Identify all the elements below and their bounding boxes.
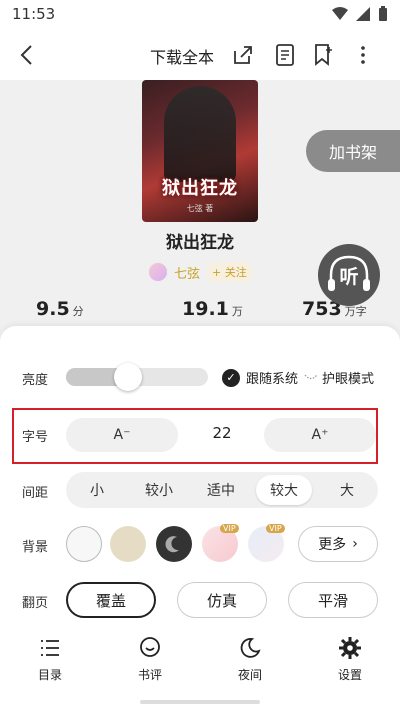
comment-icon: [140, 637, 160, 657]
vip-badge: VIP: [266, 524, 285, 533]
font-size-label: 字号: [22, 430, 49, 445]
nav-catalog-label: 目录: [37, 668, 62, 682]
battery-icon: [379, 6, 387, 21]
more-label: 更多: [318, 537, 347, 553]
nav-night-mode[interactable]: 夜间: [220, 636, 280, 683]
page-turn-smooth[interactable]: 平滑: [288, 582, 378, 618]
headphones-icon: [328, 255, 370, 291]
bg-swatch-white[interactable]: [66, 526, 102, 562]
nav-reviews[interactable]: 书评: [120, 636, 180, 683]
eye-protection-toggle[interactable]: 护眼模式: [304, 368, 374, 387]
listen-button[interactable]: 听: [318, 244, 380, 306]
share-icon[interactable]: [230, 42, 256, 68]
more-backgrounds-button[interactable]: 更多 ›: [298, 526, 378, 562]
font-increase-button[interactable]: A⁺: [264, 418, 376, 452]
chevron-right-icon: ›: [352, 536, 358, 552]
brightness-label: 亮度: [22, 373, 49, 388]
page-turn-cover[interactable]: 覆盖: [66, 582, 156, 618]
spacing-option-large[interactable]: 大: [316, 472, 378, 508]
spacing-option-larger[interactable]: 较大: [252, 472, 316, 508]
download-all-button[interactable]: 下载全本: [150, 44, 214, 68]
follow-system-toggle[interactable]: ✓ 跟随系统: [222, 368, 298, 387]
back-icon[interactable]: [14, 42, 40, 68]
home-indicator: [140, 700, 260, 704]
font-decrease-button[interactable]: A⁻: [66, 418, 178, 452]
page-turn-simulate[interactable]: 仿真: [177, 582, 267, 618]
gear-icon: [339, 637, 361, 659]
list-icon: [41, 640, 59, 656]
background-label: 背景: [22, 540, 49, 555]
more-vertical-icon[interactable]: [350, 42, 376, 68]
eye-mode-label: 护眼模式: [322, 372, 375, 387]
stat-rating: 9.5 分: [36, 298, 84, 320]
follow-system-label: 跟随系统: [246, 372, 299, 387]
author-row: 七弦 + 关注: [148, 262, 253, 282]
vip-badge: VIP: [220, 524, 239, 533]
book-detail-icon[interactable]: [272, 42, 298, 68]
nav-reviews-label: 书评: [137, 668, 162, 682]
spacing-label: 间距: [22, 486, 49, 501]
eye-closed-icon: [304, 374, 318, 379]
page-turn-label: 翻页: [22, 596, 49, 611]
spacing-option-small[interactable]: 小: [66, 472, 128, 508]
moon-icon: [240, 638, 261, 658]
top-nav: 下载全本: [0, 30, 400, 80]
book-cover[interactable]: 狱出狂龙 七弦 著: [142, 80, 258, 222]
spacing-option-medium[interactable]: 适中: [190, 472, 252, 508]
nav-settings-label: 设置: [337, 668, 362, 682]
bg-swatch-beige[interactable]: [110, 526, 146, 562]
cover-figure: [164, 86, 236, 182]
signal-icon: [356, 7, 370, 21]
nav-settings[interactable]: 设置: [320, 636, 380, 683]
spacing-option-smaller[interactable]: 较小: [128, 472, 190, 508]
status-icons: [332, 6, 388, 22]
follow-button[interactable]: + 关注: [206, 262, 253, 282]
author-avatar[interactable]: [148, 262, 168, 282]
moon-icon: [165, 536, 179, 553]
checkmark-icon: ✓: [222, 368, 240, 387]
author-name[interactable]: 七弦: [174, 263, 200, 282]
status-time: 11:53: [12, 5, 56, 23]
status-bar: 11:53: [0, 0, 400, 30]
add-bookmark-icon[interactable]: [310, 42, 336, 68]
cover-author: 七弦 著: [186, 204, 214, 213]
brightness-slider-handle[interactable]: [113, 363, 142, 391]
add-to-shelf-button[interactable]: 加书架: [306, 130, 400, 172]
font-size-value: 22: [212, 424, 232, 442]
stat-readers: 19.1 万: [182, 298, 243, 320]
nav-catalog[interactable]: 目录: [20, 636, 80, 683]
cover-title: 狱出狂龙: [162, 178, 238, 199]
bg-swatch-dark[interactable]: [156, 526, 192, 562]
wifi-icon: [332, 7, 348, 20]
nav-night-label: 夜间: [237, 668, 262, 682]
